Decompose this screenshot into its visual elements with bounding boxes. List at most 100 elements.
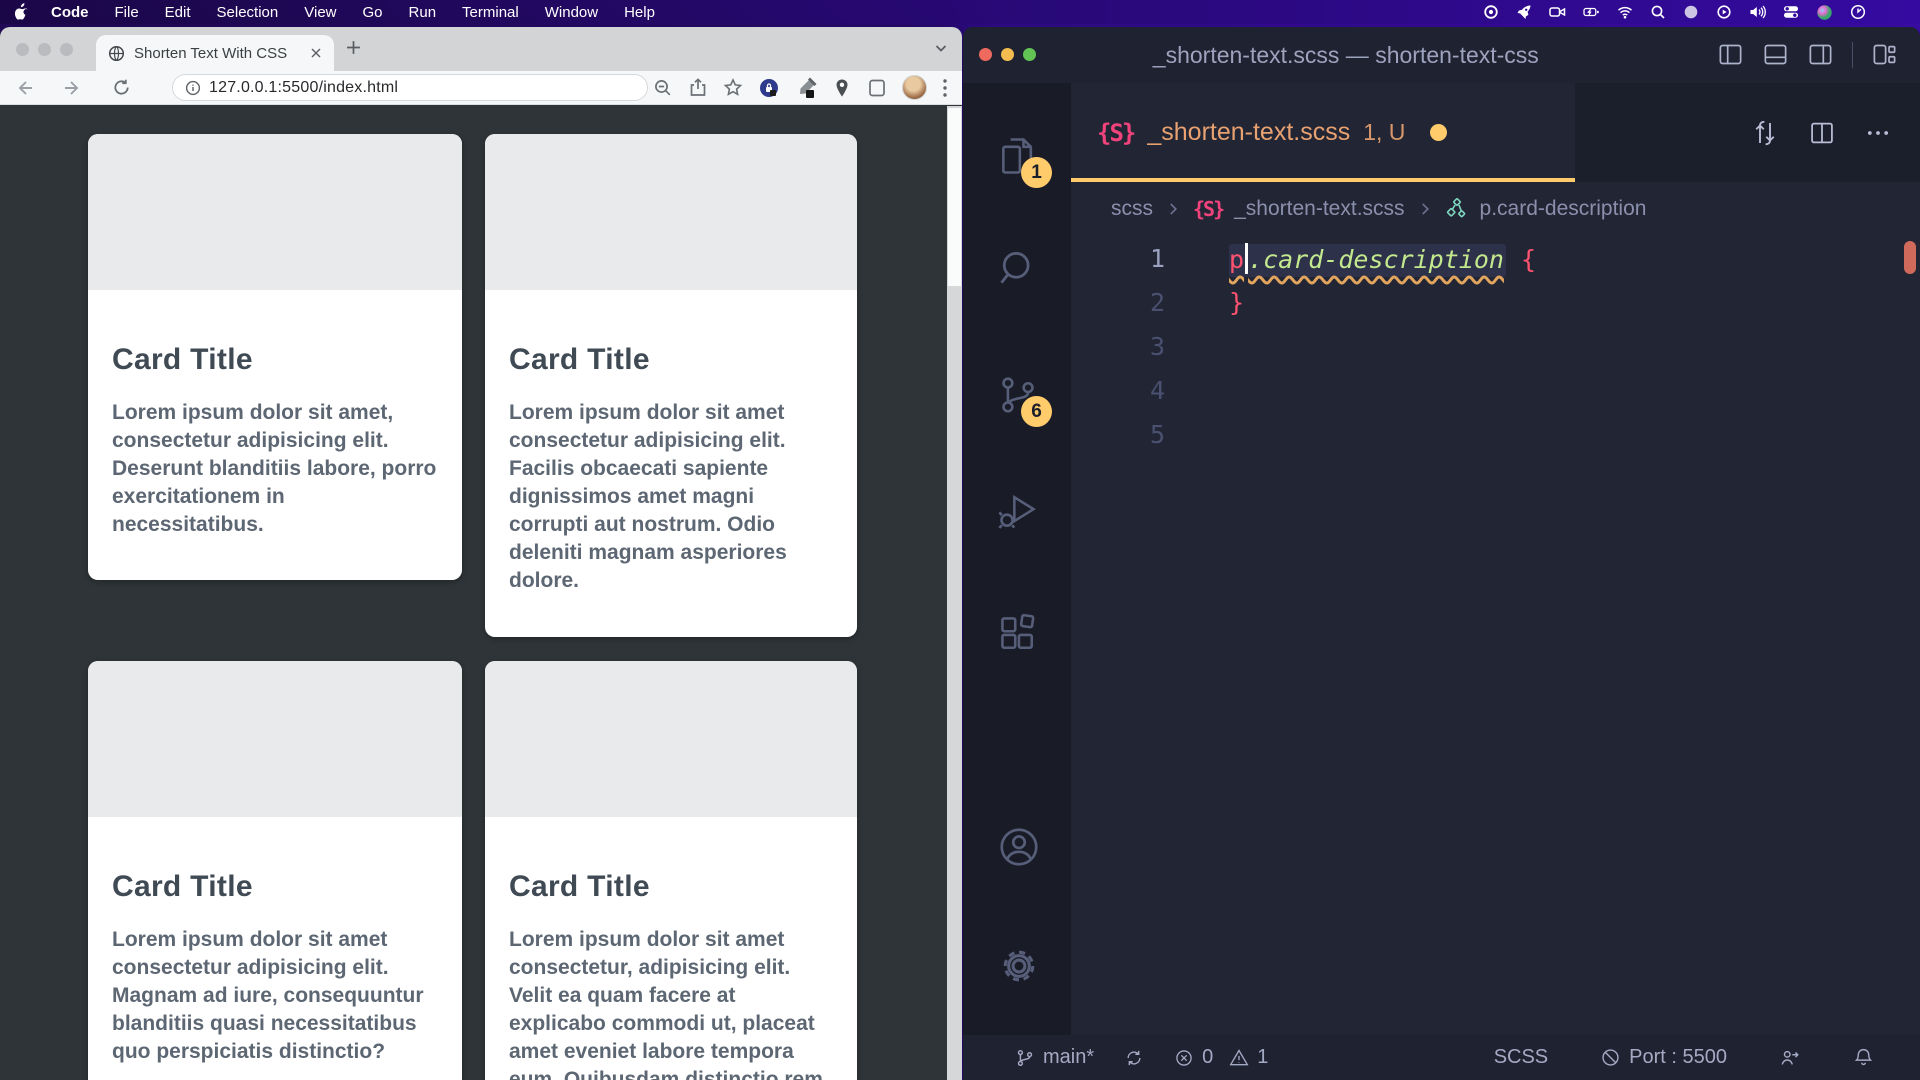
site-info-icon[interactable] bbox=[185, 80, 201, 96]
forward-icon[interactable] bbox=[63, 78, 83, 98]
git-branch-icon bbox=[1015, 1048, 1035, 1068]
source-control-badge: 6 bbox=[1021, 396, 1052, 427]
breadcrumb-file[interactable]: _shorten-text.scss bbox=[1234, 197, 1404, 221]
toggle-panel-icon[interactable] bbox=[1762, 41, 1789, 68]
minimize-window-button[interactable] bbox=[1001, 48, 1014, 61]
profile-avatar[interactable] bbox=[902, 75, 927, 100]
unsaved-changes-dot[interactable] bbox=[1430, 124, 1447, 141]
toggle-secondary-sidebar-icon[interactable] bbox=[1807, 41, 1834, 68]
breadcrumb-symbol[interactable]: p.card-description bbox=[1480, 197, 1647, 221]
volume-icon[interactable] bbox=[1749, 4, 1766, 20]
card-description: Lorem ipsum dolor sit amet consectetur a… bbox=[112, 926, 438, 1066]
menu-edit[interactable]: Edit bbox=[165, 4, 191, 21]
minimize-window-button[interactable] bbox=[38, 43, 51, 56]
card: Card Title Lorem ipsum dolor sit amet co… bbox=[485, 134, 857, 637]
url-bar[interactable]: 127.0.0.1:5500/index.html bbox=[172, 74, 648, 101]
browser-window: Shorten Text With CSS 127.0.0.1:5500/ind… bbox=[0, 27, 962, 1080]
apple-logo-icon[interactable] bbox=[14, 3, 29, 21]
menubar-status-icons bbox=[1483, 4, 1906, 21]
run-debug-tab[interactable] bbox=[996, 489, 1040, 533]
new-tab-button[interactable] bbox=[346, 40, 361, 60]
customize-layout-icon[interactable] bbox=[1871, 41, 1898, 68]
active-tab-indicator bbox=[1071, 178, 1575, 182]
accounts-button[interactable] bbox=[996, 824, 1040, 868]
menu-terminal[interactable]: Terminal bbox=[462, 4, 519, 21]
problems-status[interactable]: 0 1 bbox=[1174, 1046, 1268, 1069]
menu-file[interactable]: File bbox=[115, 4, 139, 21]
control-center-icon[interactable] bbox=[1783, 4, 1799, 20]
menu-window[interactable]: Window bbox=[545, 4, 598, 21]
language-mode[interactable]: SCSS bbox=[1494, 1046, 1548, 1069]
errors-icon bbox=[1174, 1048, 1194, 1068]
menu-view[interactable]: View bbox=[304, 4, 336, 21]
tab-search-chevron-icon[interactable] bbox=[934, 41, 948, 60]
explorer-tab[interactable]: 1 bbox=[996, 134, 1040, 178]
search-icon bbox=[996, 247, 1040, 291]
spotlight-icon[interactable] bbox=[1650, 4, 1666, 20]
feedback-button[interactable] bbox=[1779, 1047, 1801, 1069]
wifi-icon[interactable] bbox=[1617, 4, 1633, 20]
back-icon[interactable] bbox=[14, 78, 34, 98]
breadcrumb-folder[interactable]: scss bbox=[1111, 197, 1153, 221]
menu-selection[interactable]: Selection bbox=[217, 4, 279, 21]
menu-go[interactable]: Go bbox=[363, 4, 383, 21]
zoom-icon[interactable] bbox=[653, 78, 673, 98]
extensions-tab[interactable] bbox=[996, 612, 1040, 656]
code-line: 2 } bbox=[1071, 280, 1920, 324]
notifications-button[interactable] bbox=[1853, 1047, 1874, 1068]
siri-icon[interactable] bbox=[1816, 4, 1833, 21]
person-feedback-icon bbox=[1779, 1047, 1801, 1069]
extensions-icon bbox=[996, 612, 1040, 656]
battery-icon[interactable] bbox=[1583, 4, 1600, 20]
reload-icon[interactable] bbox=[112, 78, 131, 97]
source-control-tab[interactable]: 6 bbox=[996, 373, 1040, 417]
close-window-button[interactable] bbox=[16, 43, 29, 56]
zoom-window-button[interactable] bbox=[60, 43, 73, 56]
debug-icon bbox=[996, 489, 1040, 533]
screen-record-icon[interactable] bbox=[1549, 4, 1566, 20]
zoom-window-button[interactable] bbox=[1023, 48, 1036, 61]
selector-token: p.card-description bbox=[1229, 244, 1506, 277]
rocket-icon[interactable] bbox=[1516, 4, 1532, 20]
reading-list-icon[interactable] bbox=[867, 78, 887, 98]
more-actions-icon[interactable] bbox=[1864, 119, 1892, 147]
settings-button[interactable] bbox=[996, 943, 1040, 987]
screen-mirroring-icon[interactable] bbox=[1716, 4, 1732, 20]
card: Card Title Lorem ipsum dolor sit amet, c… bbox=[88, 134, 462, 580]
code-editor[interactable]: 1 p.card-description { 2 } 3 4 5 bbox=[1071, 235, 1920, 1035]
scrollbar-thumb[interactable] bbox=[948, 108, 961, 286]
record-indicator-icon[interactable] bbox=[1483, 4, 1499, 20]
activity-bar: 1 6 bbox=[963, 83, 1071, 1035]
card-title: Card Title bbox=[112, 343, 438, 377]
menu-help[interactable]: Help bbox=[624, 4, 655, 21]
page-scrollbar[interactable] bbox=[947, 106, 962, 1080]
sync-icon bbox=[1124, 1048, 1144, 1068]
menu-run[interactable]: Run bbox=[409, 4, 437, 21]
menu-kebab-icon[interactable] bbox=[942, 78, 948, 98]
url-text: 127.0.0.1:5500/index.html bbox=[209, 79, 398, 97]
card-title: Card Title bbox=[509, 870, 833, 904]
close-tab-icon[interactable] bbox=[310, 47, 322, 59]
share-icon[interactable] bbox=[688, 78, 708, 98]
overview-ruler-warning-marker bbox=[1904, 241, 1916, 274]
sync-changes-button[interactable] bbox=[1124, 1048, 1144, 1068]
split-editor-icon[interactable] bbox=[1808, 119, 1836, 147]
editor-tab[interactable]: {S} _shorten-text.scss 1, U bbox=[1071, 83, 1575, 182]
compare-changes-icon[interactable] bbox=[1750, 118, 1780, 148]
bookmark-star-icon[interactable] bbox=[723, 78, 743, 98]
titlebar-separator bbox=[1852, 42, 1853, 68]
toggle-sidebar-icon[interactable] bbox=[1717, 41, 1744, 68]
search-tab[interactable] bbox=[996, 247, 1040, 291]
git-branch-status[interactable]: main* bbox=[1015, 1046, 1094, 1069]
sass-file-icon: {S} bbox=[1193, 197, 1223, 221]
live-server-port[interactable]: Port : 5500 bbox=[1600, 1046, 1727, 1069]
card: Card Title Lorem ipsum dolor sit amet co… bbox=[88, 661, 462, 1080]
clock-icon[interactable] bbox=[1850, 4, 1866, 20]
extension-pin-icon[interactable] bbox=[832, 78, 852, 98]
close-window-button[interactable] bbox=[979, 48, 992, 61]
menu-code[interactable]: Code bbox=[51, 4, 89, 21]
extension-eyedropper-icon[interactable] bbox=[795, 77, 817, 99]
extension-lock-icon[interactable] bbox=[758, 77, 780, 99]
browser-tab[interactable]: Shorten Text With CSS bbox=[96, 35, 334, 71]
do-not-disturb-icon[interactable] bbox=[1683, 4, 1699, 20]
